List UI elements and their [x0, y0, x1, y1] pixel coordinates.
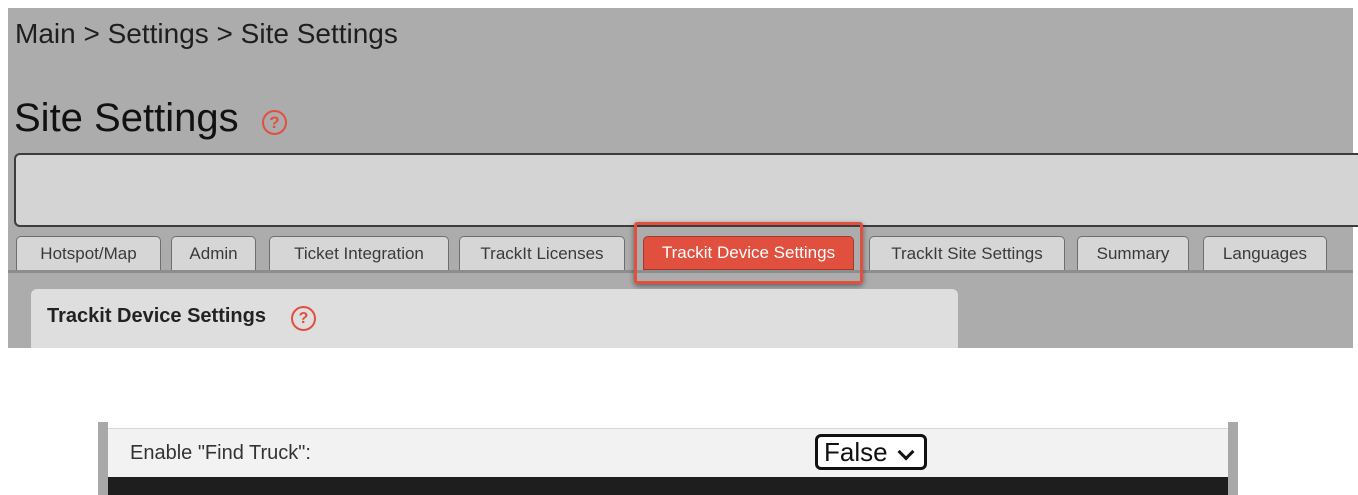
breadcrumb[interactable]: Main > Settings > Site Settings [15, 18, 398, 50]
tab-ticket-integration[interactable]: Ticket Integration [269, 236, 449, 270]
help-icon[interactable]: ? [262, 110, 287, 135]
tab-admin[interactable]: Admin [171, 236, 256, 270]
setting-panel: Enable "Find Truck": False [98, 422, 1238, 495]
tab-trackit-licenses[interactable]: TrackIt Licenses [459, 236, 625, 270]
section-card: Trackit Device Settings ? [31, 289, 958, 348]
page-title: Site Settings [14, 96, 239, 140]
find-truck-label: Enable "Find Truck": [130, 442, 311, 464]
find-truck-select[interactable]: False [815, 434, 927, 470]
setting-row-find-truck: Enable "Find Truck": False [108, 428, 1228, 477]
active-tab-highlight [634, 222, 863, 284]
section-title: Trackit Device Settings [47, 305, 266, 327]
find-truck-select-value: False [824, 436, 888, 467]
tab-languages[interactable]: Languages [1203, 236, 1327, 270]
tab-summary[interactable]: Summary [1077, 236, 1189, 270]
section-help-icon[interactable]: ? [291, 306, 316, 331]
filter-box [14, 153, 1358, 227]
chevron-down-icon [897, 443, 915, 461]
site-settings-panel: Main > Settings > Site Settings Site Set… [8, 8, 1358, 348]
dark-bar [108, 477, 1228, 495]
tab-trackit-site-settings[interactable]: TrackIt Site Settings [869, 236, 1065, 270]
tab-hotspot-map[interactable]: Hotspot/Map [16, 236, 161, 270]
